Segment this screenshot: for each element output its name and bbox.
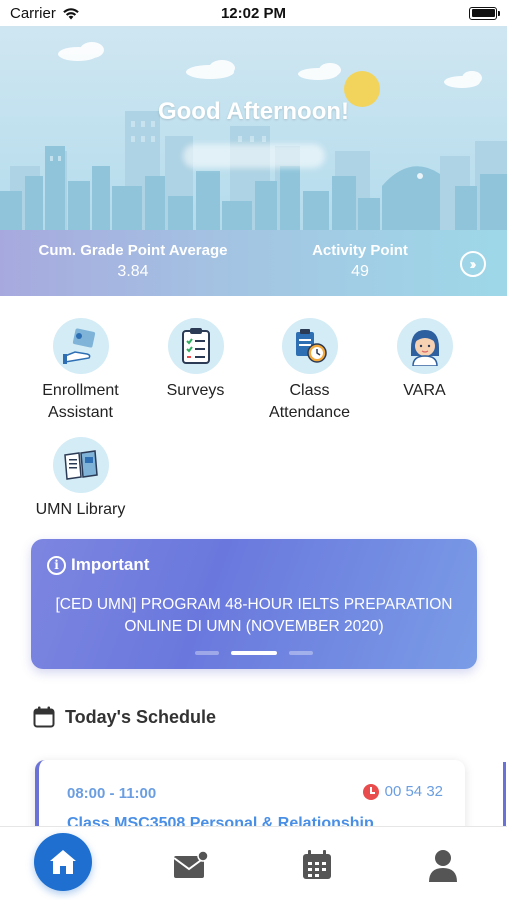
bottom-tab-bar [0,826,507,900]
attendance-stopwatch-icon [281,318,338,374]
activity-stat: Activity Point 49 [295,242,425,281]
menu-label: Class Attendance [269,382,350,421]
countdown-value: 00 54 32 [384,783,443,800]
carousel-dot[interactable] [289,651,313,655]
gpa-stat: Cum. Grade Point Average 3.84 [28,242,238,281]
carrier-label: Carrier [10,4,56,22]
menu-vara[interactable]: VARA [367,318,482,402]
double-chevron-right-icon[interactable]: ›› [460,251,486,277]
profile-icon [429,850,457,882]
menu-surveys[interactable]: Surveys [138,318,253,402]
activity-value: 49 [351,263,369,280]
greeting-title: Good Afternoon! [157,98,350,125]
class-countdown: 00 54 32 [362,783,443,800]
mail-icon [173,850,208,878]
info-icon: i [47,555,66,575]
menu-class-attendance[interactable]: Class Attendance [252,318,367,424]
status-bar: Carrier 12:02 PM [0,0,507,26]
tab-home[interactable] [34,833,92,891]
greeting-hero: Good Afternoon! Cum. Grade Point Average… [0,26,507,296]
tab-inbox[interactable] [170,845,210,885]
tab-profile[interactable] [423,845,463,885]
tab-calendar[interactable] [297,845,337,885]
clipboard-checklist-icon [167,318,224,374]
menu-label: Enrollment Assistant [42,382,119,421]
clock-icon [362,783,379,800]
library-book-icon [52,437,109,493]
schedule-section-header: Today's Schedule [33,706,216,728]
important-header: i Important [47,555,149,575]
class-time: 08:00 - 11:00 [67,785,157,802]
wifi-icon [63,7,79,19]
city-skyline-illustration [0,42,507,236]
menu-umn-library[interactable]: UMN Library [23,437,138,521]
carrier-group: Carrier [10,5,80,22]
carousel-dot-active[interactable] [231,651,277,655]
announcement-text: [CED UMN] PROGRAM 48-HOUR IELTS PREPARAT… [55,596,453,635]
carousel-dot[interactable] [195,651,219,655]
activity-label: Activity Point [312,242,408,259]
schedule-title: Today's Schedule [65,706,216,727]
carousel-indicator [31,651,477,655]
academic-stats-bar: Cum. Grade Point Average 3.84 Activity P… [0,230,507,296]
assistant-avatar-icon [396,318,453,374]
menu-label: Surveys [166,382,225,399]
user-name-redacted [183,144,325,168]
home-icon [50,850,76,874]
menu-label: VARA [403,382,446,399]
important-announcement-card[interactable]: i Important [CED UMN] PROGRAM 48-HOUR IE… [31,539,477,669]
gpa-label: Cum. Grade Point Average [38,242,228,259]
calendar-icon [303,850,331,879]
enrollment-icon [52,318,109,374]
menu-label: UMN Library [35,501,126,518]
menu-enrollment-assistant[interactable]: Enrollment Assistant [23,318,138,424]
battery-icon [469,6,500,20]
calendar-icon [33,706,55,728]
gpa-value: 3.84 [117,263,149,280]
important-title: Important [71,555,150,574]
